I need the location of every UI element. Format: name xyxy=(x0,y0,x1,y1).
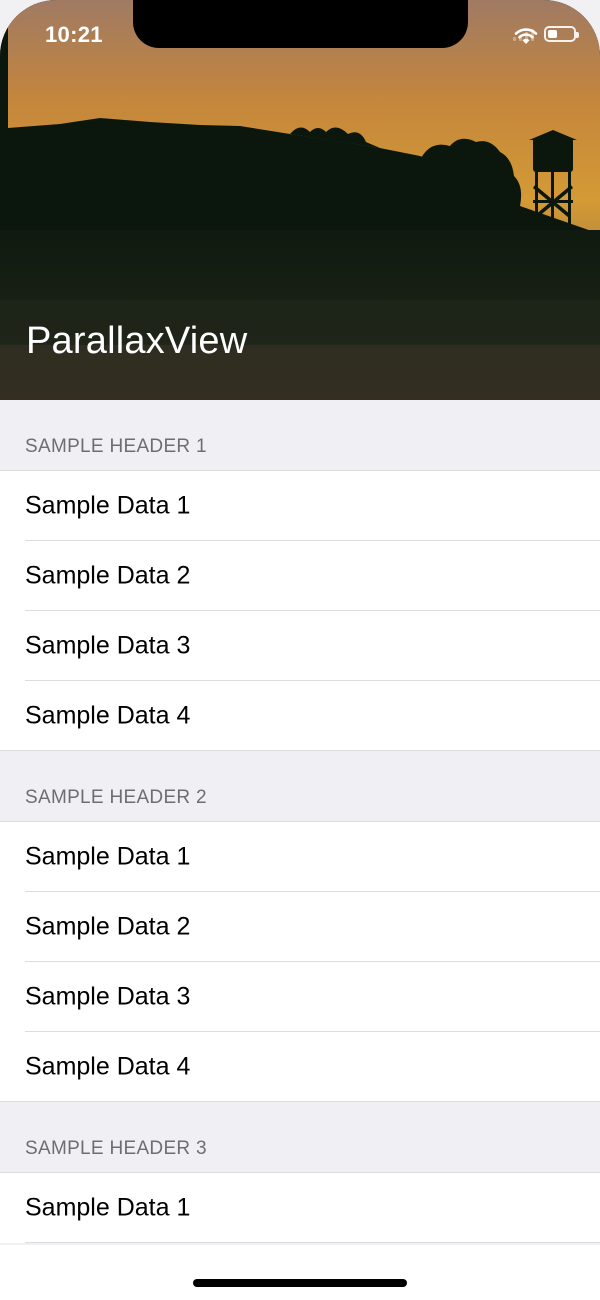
table-row[interactable]: Sample Data 1 xyxy=(0,1173,600,1243)
table-row[interactable]: Sample Data 1 xyxy=(0,471,600,541)
section-header-label: SAMPLE HEADER 1 xyxy=(25,436,207,457)
row-label: Sample Data 1 xyxy=(25,1193,191,1222)
row-label: Sample Data 4 xyxy=(25,1052,191,1081)
header-title: ParallaxView xyxy=(26,320,248,362)
parallax-header-image: 10:21 ParallaxView xyxy=(0,0,600,400)
section-header-1: SAMPLE HEADER 1 xyxy=(0,400,600,471)
section-header-2: SAMPLE HEADER 2 xyxy=(0,751,600,822)
table-row[interactable]: Sample Data 3 xyxy=(0,962,600,1032)
row-label: Sample Data 2 xyxy=(25,912,191,941)
row-label: Sample Data 4 xyxy=(25,701,191,730)
status-icons xyxy=(513,26,579,44)
row-label: Sample Data 3 xyxy=(25,631,191,660)
row-label: Sample Data 1 xyxy=(25,491,191,520)
table-row[interactable]: Sample Data 3 xyxy=(0,611,600,681)
table-row[interactable]: Sample Data 2 xyxy=(0,541,600,611)
device-notch xyxy=(133,0,468,48)
table-row[interactable]: Sample Data 1 xyxy=(0,822,600,892)
app-screen: 10:21 ParallaxView SAMPLE HEADER 1 Sampl… xyxy=(0,0,600,1300)
table-row[interactable]: Sample Data 4 xyxy=(0,1032,600,1102)
row-label: Sample Data 3 xyxy=(25,982,191,1011)
home-indicator[interactable] xyxy=(193,1279,407,1287)
section-header-label: SAMPLE HEADER 2 xyxy=(25,787,207,808)
wifi-icon xyxy=(514,28,538,44)
row-label: Sample Data 2 xyxy=(25,561,191,590)
table-row[interactable]: Sample Data 4 xyxy=(0,681,600,751)
battery-icon xyxy=(544,26,579,42)
section-header-label: SAMPLE HEADER 3 xyxy=(25,1138,207,1159)
section-header-3: SAMPLE HEADER 3 xyxy=(0,1102,600,1173)
row-label: Sample Data 1 xyxy=(25,842,191,871)
status-time: 10:21 xyxy=(45,22,103,47)
table-row[interactable]: Sample Data 2 xyxy=(0,892,600,962)
home-indicator-area xyxy=(0,1245,600,1300)
table-view[interactable]: SAMPLE HEADER 1 Sample Data 1 Sample Dat… xyxy=(0,400,600,1243)
